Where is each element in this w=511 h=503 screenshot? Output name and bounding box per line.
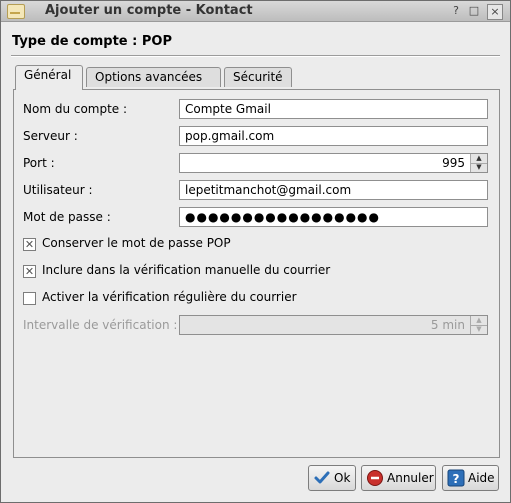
regular-check-checkbox[interactable] — [23, 292, 36, 305]
minimize-button[interactable]: □ — [467, 4, 481, 18]
check-icon — [314, 471, 330, 484]
spin-down-icon: ▼ — [476, 325, 482, 333]
kontact-app-icon — [7, 4, 25, 19]
spin-down-icon[interactable]: ▼ — [471, 163, 487, 172]
help-titlebar-button[interactable]: ? — [449, 4, 463, 18]
ok-button[interactable]: Ok — [308, 465, 356, 491]
title-bar[interactable]: Ajouter un compte - Kontact ? □ × — [1, 1, 510, 22]
help-button-label: Aide — [468, 471, 495, 485]
port-spinbox[interactable]: 995 ▲ ▼ — [179, 153, 488, 173]
user-label: Utilisateur : — [23, 183, 93, 197]
password-input[interactable]: ●●●●●●●●●●●●●●●●● — [179, 207, 488, 227]
tab-advanced-options-label: Options avancées — [95, 70, 203, 84]
keep-password-checkbox[interactable]: ✕ — [23, 238, 36, 251]
ok-button-label: Ok — [334, 471, 351, 485]
tab-security-label: Sécurité — [233, 70, 283, 84]
include-manual-check-label[interactable]: Inclure dans la vérification manuelle du… — [42, 263, 330, 277]
interval-value: 5 min — [430, 318, 465, 332]
close-button[interactable]: × — [487, 4, 503, 20]
interval-spin-buttons: ▲ ▼ — [470, 316, 487, 334]
server-input[interactable]: pop.gmail.com — [179, 126, 488, 146]
dialog-window: Ajouter un compte - Kontact ? □ × Type d… — [0, 0, 511, 503]
account-type-title: Type de compte : POP — [12, 34, 172, 49]
tab-general-label: Général — [24, 68, 72, 82]
cancel-button[interactable]: Annuler — [361, 465, 436, 491]
help-icon: ? — [447, 469, 465, 487]
tab-advanced-options[interactable]: Options avancées — [86, 67, 221, 87]
user-input[interactable]: lepetitmanchot@gmail.com — [179, 180, 488, 200]
keep-password-label[interactable]: Conserver le mot de passe POP — [42, 236, 231, 250]
help-button[interactable]: ? Aide — [442, 465, 499, 491]
interval-spinbox: 5 min ▲ ▼ — [179, 315, 488, 335]
server-label: Serveur : — [23, 129, 78, 143]
window-title: Ajouter un compte - Kontact — [45, 3, 253, 18]
regular-check-label[interactable]: Activer la vérification régulière du cou… — [42, 290, 297, 304]
port-spin-buttons[interactable]: ▲ ▼ — [470, 154, 487, 172]
header-divider — [11, 55, 500, 57]
cancel-icon — [367, 470, 383, 486]
port-value: 995 — [442, 156, 465, 170]
interval-label: Intervalle de vérification : — [23, 318, 178, 332]
password-label: Mot de passe : — [23, 210, 111, 224]
tab-security[interactable]: Sécurité — [224, 67, 292, 87]
port-label: Port : — [23, 156, 55, 170]
account-name-input[interactable]: Compte Gmail — [179, 99, 488, 119]
include-manual-check-checkbox[interactable]: ✕ — [23, 265, 36, 278]
svg-text:?: ? — [453, 472, 460, 486]
account-name-label: Nom du compte : — [23, 102, 128, 116]
tab-general[interactable]: Général — [15, 65, 83, 90]
cancel-button-label: Annuler — [387, 471, 434, 485]
